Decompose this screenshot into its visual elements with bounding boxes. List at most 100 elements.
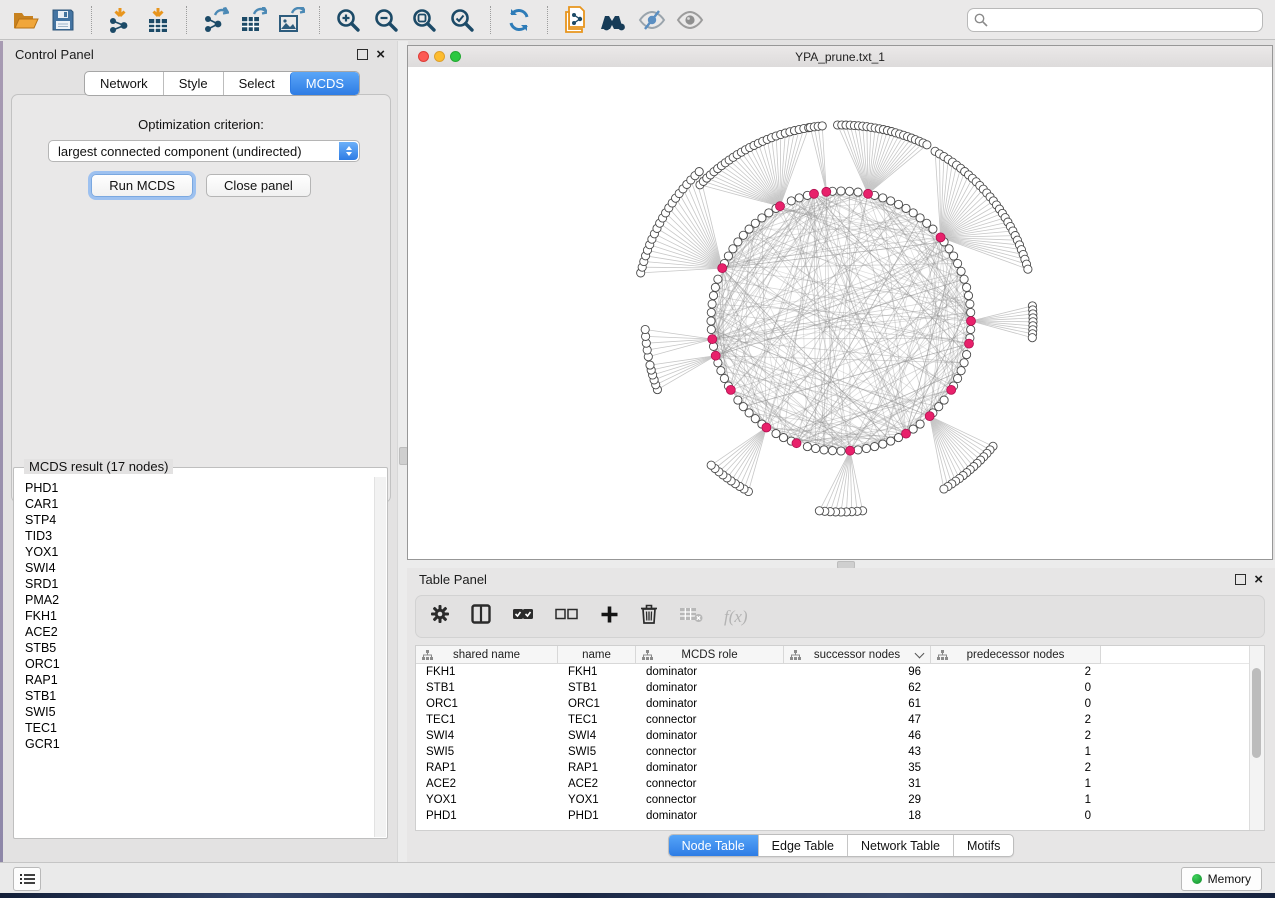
mcds-result-item[interactable]: YOX1 xyxy=(25,544,375,560)
zoom-selected-button[interactable] xyxy=(446,4,478,36)
horizontal-splitter[interactable] xyxy=(407,560,1275,568)
zoom-fit-button[interactable] xyxy=(408,4,440,36)
zoom-out-button[interactable] xyxy=(370,4,402,36)
table-row[interactable]: YOX1YOX1connector291 xyxy=(416,792,1250,808)
mcds-result-item[interactable]: STB1 xyxy=(25,688,375,704)
apply-layout-button[interactable] xyxy=(503,4,535,36)
export-table-icon xyxy=(240,7,267,33)
mcds-result-list[interactable]: PHD1CAR1STP4TID3YOX1SWI4SRD1PMA2FKH1ACE2… xyxy=(15,477,375,837)
table-row[interactable]: PHD1PHD1dominator180 xyxy=(416,808,1250,824)
open-session-button[interactable] xyxy=(9,4,41,36)
function-builder-button[interactable]: f(x) xyxy=(724,607,748,627)
float-window-icon[interactable] xyxy=(357,49,368,60)
table-row[interactable]: STB1STB1dominator620 xyxy=(416,680,1250,696)
zoom-in-icon xyxy=(335,7,361,33)
export-table-button[interactable] xyxy=(237,4,269,36)
mcds-result-item[interactable]: ACE2 xyxy=(25,624,375,640)
mcds-result-item[interactable]: PHD1 xyxy=(25,480,375,496)
first-neighbors-button[interactable] xyxy=(598,4,630,36)
cell: 0 xyxy=(931,698,1101,710)
zoom-in-button[interactable] xyxy=(332,4,364,36)
tab-select[interactable]: Select xyxy=(223,72,290,95)
column-header-successor-nodes[interactable]: successor nodes xyxy=(784,646,931,664)
table-row[interactable]: ACE2ACE2connector311 xyxy=(416,776,1250,792)
tab-style[interactable]: Style xyxy=(163,72,223,95)
add-column-button[interactable] xyxy=(600,605,619,629)
float-window-icon[interactable] xyxy=(1235,574,1246,585)
export-network-button[interactable] xyxy=(199,4,231,36)
mcds-result-item[interactable]: FKH1 xyxy=(25,608,375,624)
mcds-result-item[interactable]: SWI5 xyxy=(25,704,375,720)
import-network-button[interactable] xyxy=(104,4,136,36)
close-icon[interactable]: × xyxy=(376,47,385,62)
tab-mcds[interactable]: MCDS xyxy=(290,72,359,95)
mcds-result-item[interactable]: TID3 xyxy=(25,528,375,544)
new-network-from-selection-button[interactable] xyxy=(560,4,592,36)
column-header-shared-name[interactable]: shared name xyxy=(416,646,558,664)
column-header-MCDS-role[interactable]: MCDS role xyxy=(636,646,784,664)
optimization-criterion-select[interactable]: largest connected component (undirected) xyxy=(48,140,360,162)
mcds-result-item[interactable]: PMA2 xyxy=(25,592,375,608)
table-row[interactable]: FKH1FKH1dominator962 xyxy=(416,664,1250,680)
import-table-button[interactable] xyxy=(142,4,174,36)
hide-selected-button[interactable] xyxy=(636,4,668,36)
mcds-result-item[interactable]: STP4 xyxy=(25,512,375,528)
table-row[interactable]: SWI5SWI5connector431 xyxy=(416,744,1250,760)
window-maximize-button[interactable] xyxy=(450,51,461,62)
table-row[interactable]: TEC1TEC1connector472 xyxy=(416,712,1250,728)
main-toolbar xyxy=(0,0,1275,40)
tab-edge-table[interactable]: Edge Table xyxy=(758,835,847,856)
close-panel-button[interactable]: Close panel xyxy=(206,174,311,197)
mcds-list-scrollbar[interactable] xyxy=(374,477,386,837)
column-label: MCDS role xyxy=(681,649,737,661)
mcds-result-item[interactable]: SWI4 xyxy=(25,560,375,576)
column-header-name[interactable]: name xyxy=(558,646,636,664)
delete-table-button[interactable] xyxy=(679,605,703,628)
toolbar-separator xyxy=(547,6,548,34)
list-icon xyxy=(20,873,35,885)
tab-motifs[interactable]: Motifs xyxy=(953,835,1013,856)
tab-network[interactable]: Network xyxy=(85,72,163,95)
control-panel: Control Panel × NetworkStyleSelectMCDS O… xyxy=(3,41,397,862)
mcds-result-item[interactable]: ORC1 xyxy=(25,656,375,672)
table-settings-button[interactable] xyxy=(430,604,450,629)
cell: 0 xyxy=(931,810,1101,822)
export-image-button[interactable] xyxy=(275,4,307,36)
dropdown-stepper-icon xyxy=(339,142,358,160)
table-row[interactable]: SWI4SWI4dominator462 xyxy=(416,728,1250,744)
run-mcds-button[interactable]: Run MCDS xyxy=(91,174,193,197)
show-all-button[interactable] xyxy=(674,4,706,36)
mcds-result-item[interactable]: RAP1 xyxy=(25,672,375,688)
column-header-predecessor-nodes[interactable]: predecessor nodes xyxy=(931,646,1101,664)
window-close-button[interactable] xyxy=(418,51,429,62)
table-row[interactable]: RAP1RAP1dominator352 xyxy=(416,760,1250,776)
mcds-result-item[interactable]: CAR1 xyxy=(25,496,375,512)
table-body[interactable]: FKH1FKH1dominator962STB1STB1dominator620… xyxy=(416,664,1250,830)
cell: dominator xyxy=(636,682,784,694)
show-columns-button[interactable] xyxy=(471,604,491,629)
plus-icon xyxy=(600,605,619,624)
window-minimize-button[interactable] xyxy=(434,51,445,62)
save-session-button[interactable] xyxy=(47,4,79,36)
search-input[interactable] xyxy=(967,8,1263,32)
toolbar-separator xyxy=(490,6,491,34)
cell: connector xyxy=(636,714,784,726)
delete-column-button[interactable] xyxy=(640,604,658,629)
deselect-all-rows-button[interactable] xyxy=(555,607,579,626)
mcds-result-item[interactable]: GCR1 xyxy=(25,736,375,752)
mcds-result-item[interactable]: TEC1 xyxy=(25,720,375,736)
tab-node-table[interactable]: Node Table xyxy=(669,835,758,856)
task-history-button[interactable] xyxy=(13,867,41,891)
search-box xyxy=(967,8,1263,32)
cell: ACE2 xyxy=(558,778,636,790)
tab-network-table[interactable]: Network Table xyxy=(847,835,953,856)
mcds-result-item[interactable]: STB5 xyxy=(25,640,375,656)
close-icon[interactable]: × xyxy=(1254,572,1263,587)
select-all-rows-button[interactable] xyxy=(512,607,534,626)
memory-button[interactable]: Memory xyxy=(1181,867,1262,891)
scrollbar-thumb[interactable] xyxy=(1252,668,1261,758)
network-canvas[interactable] xyxy=(408,67,1272,559)
mcds-result-item[interactable]: SRD1 xyxy=(25,576,375,592)
table-scrollbar[interactable] xyxy=(1249,646,1264,830)
table-row[interactable]: ORC1ORC1dominator610 xyxy=(416,696,1250,712)
